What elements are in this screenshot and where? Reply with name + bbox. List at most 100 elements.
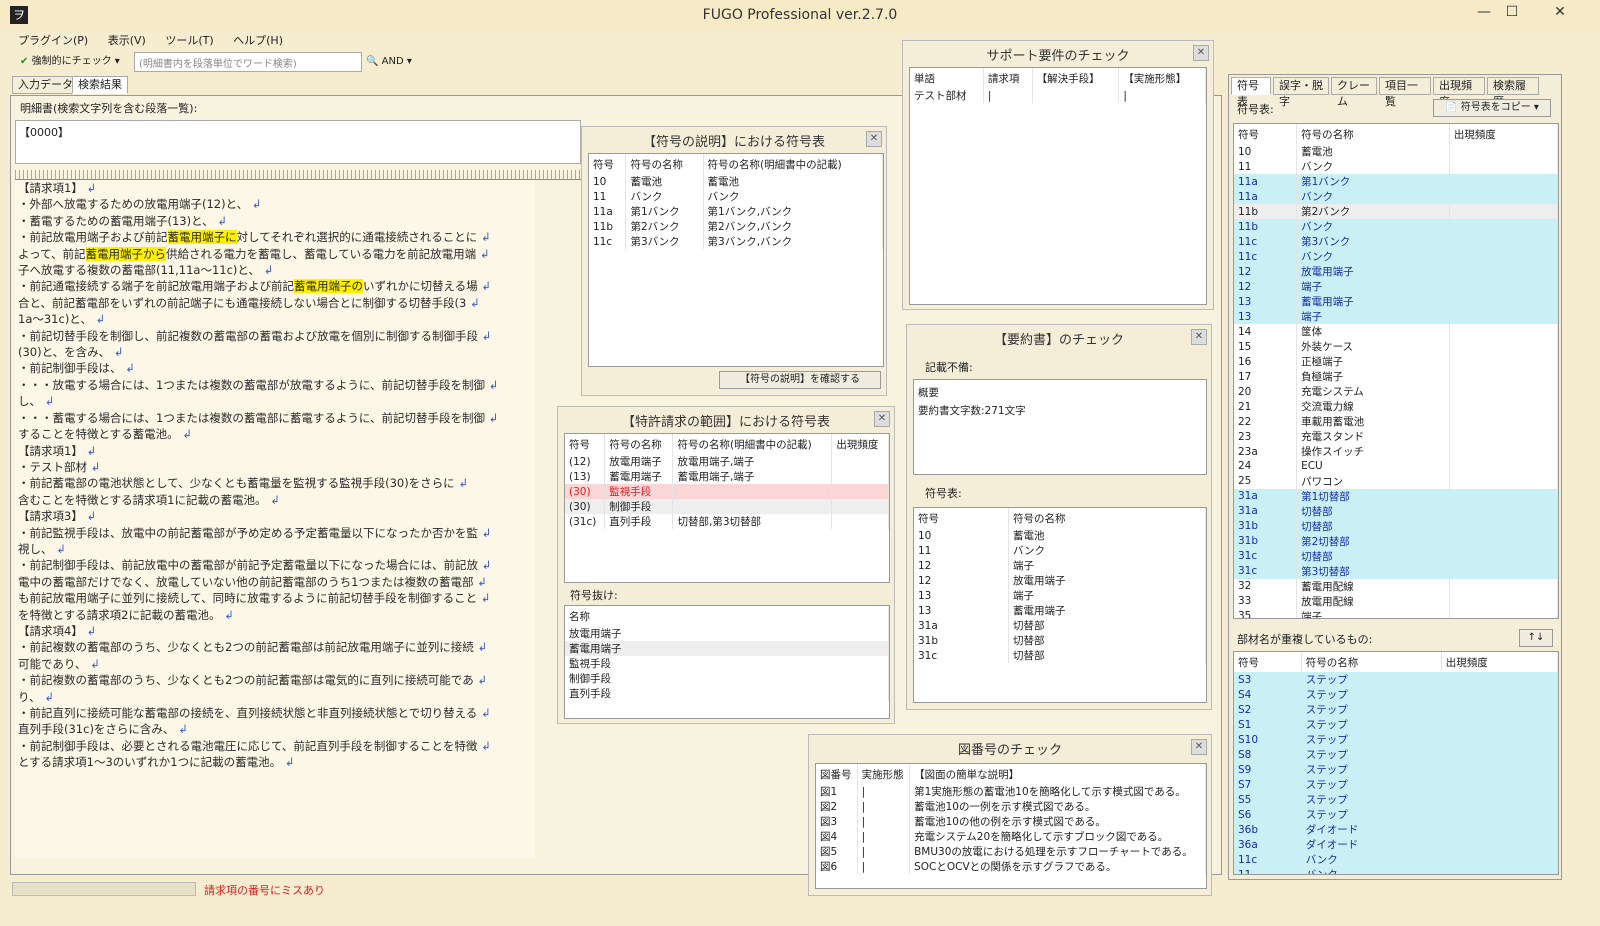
close-icon[interactable]: ✕ (1191, 329, 1207, 345)
table-row[interactable]: 制御手段 (565, 671, 889, 686)
table-row[interactable]: 31b 第2切替部 (1234, 533, 1558, 549)
close-icon[interactable]: ✕ (874, 411, 890, 427)
table-row[interactable]: S6 ステップ (1234, 807, 1558, 822)
table-row[interactable]: 36a ダイオード (1234, 837, 1558, 852)
table-row[interactable]: 12 放電用端子 (914, 573, 1206, 588)
table-row[interactable]: 35 端子 (1234, 608, 1558, 618)
table-row[interactable]: 11a 第1バンク (1234, 174, 1558, 189)
table-row[interactable]: 16 正極端子 (1234, 354, 1558, 369)
table-row[interactable]: S5 ステップ (1234, 792, 1558, 807)
table-row[interactable]: (30) 制御手段 (565, 499, 889, 514)
table-row[interactable]: 図2 | 蓄電池10の一例を示す模式図である。 (816, 799, 1206, 814)
table-row[interactable]: 33 放電用配線 (1234, 593, 1558, 609)
table-row[interactable]: 図1 | 第1実施形態の蓄電池10を簡略化して示す模式図である。 (816, 784, 1206, 799)
menu-view[interactable]: 表示(V) (108, 32, 146, 48)
tab-search-results[interactable]: 検索結果 (72, 76, 128, 94)
close-icon[interactable]: ✕ (866, 131, 882, 147)
table-row[interactable]: 31b 切替部 (914, 633, 1206, 648)
check-desc-button[interactable]: 【符号の説明】を確認する (719, 371, 881, 389)
table-row[interactable]: 36b ダイオード (1234, 822, 1558, 837)
table-row[interactable]: 図4 | 充電システム20を簡略化して示すブロック図である。 (816, 829, 1206, 844)
table-row[interactable]: 11c 第3バンク (1234, 234, 1558, 249)
right-tab[interactable]: 符号表 (1231, 77, 1271, 108)
table-row[interactable]: 14 筐体 (1234, 324, 1558, 339)
table-row[interactable]: 31a 第1切替部 (1234, 488, 1558, 504)
table-row[interactable]: テスト部材 | | (910, 88, 1206, 103)
search-input[interactable]: (明細書内を段落単位でワード検索) (134, 52, 362, 72)
table-row[interactable]: 31c 第3切替部 (1234, 563, 1558, 579)
right-tab[interactable]: 項目一覧 (1379, 77, 1431, 108)
table-row[interactable]: 11 バンク バンク (589, 189, 883, 204)
table-row[interactable]: 11c バンク (1234, 249, 1558, 264)
table-row[interactable]: 13 端子 (1234, 309, 1558, 324)
table-row[interactable]: (12) 放電用端子 放電用端子,端子 (565, 454, 889, 469)
table-row[interactable]: 10 蓄電池 (1234, 144, 1558, 159)
table-row[interactable]: 12 端子 (1234, 279, 1558, 294)
table-row[interactable]: 23 充電スタンド (1234, 429, 1558, 444)
tab-input-data[interactable]: 入力データ (12, 76, 79, 94)
table-row[interactable]: 31c 切替部 (914, 648, 1206, 663)
table-row[interactable]: 蓄電用端子 (565, 641, 889, 656)
table-row[interactable]: S8 ステップ (1234, 747, 1558, 762)
menu-tools[interactable]: ツール(T) (165, 32, 213, 48)
table-row[interactable]: 13 端子 (914, 588, 1206, 603)
table-row[interactable]: 放電用端子 (565, 626, 889, 641)
result-paragraph-box[interactable]: 【0000】 (15, 120, 581, 164)
table-row[interactable]: 32 蓄電用配線 (1234, 578, 1558, 594)
table-row[interactable]: 22 車載用蓄電池 (1234, 414, 1558, 429)
maximize-button[interactable]: ☐ (1492, 2, 1532, 24)
table-row[interactable]: 31a 切替部 (914, 618, 1206, 633)
table-row[interactable]: 11 バンク (1234, 159, 1558, 174)
close-icon[interactable]: ✕ (1193, 45, 1209, 61)
table-row[interactable]: 23a 操作スイッチ (1234, 444, 1558, 459)
table-row[interactable]: 20 充電システム (1234, 384, 1558, 399)
table-row[interactable]: 図3 | 蓄電池10の他の例を示す模式図である。 (816, 814, 1206, 829)
dup-table[interactable]: 符号 符号の名称 出現頻度 S3 ステップ S4 ステップ S2 ステップ S1 ステップ S1… (1233, 651, 1559, 875)
table-row[interactable]: (13) 蓄電用端子 蓄電用端子,端子 (565, 469, 889, 484)
menu-help[interactable]: ヘルプ(H) (233, 32, 283, 48)
sign-table[interactable]: 符号 符号の名称 出現頻度 10 蓄電池 11 バンク 11a 第1バンク 11a バンク 11… (1233, 123, 1559, 619)
table-row[interactable]: 11c 第3バンク 第3バンク,バンク (589, 234, 883, 249)
table-row[interactable]: (30) 監視手段 (565, 484, 889, 499)
defect-box[interactable]: 概要 要約書文字数:271文字 (913, 379, 1207, 475)
support-table[interactable]: 単語 請求項 【解決手段】 【実施形態】 テスト部材 | | (909, 67, 1207, 305)
table-row[interactable]: 11 バンク (1234, 867, 1558, 874)
table-row[interactable]: 11 バンク (914, 543, 1206, 558)
right-tab[interactable]: クレーム (1331, 77, 1377, 108)
table-row[interactable]: 31a 切替部 (1234, 503, 1558, 519)
table-row[interactable]: S4 ステップ (1234, 687, 1558, 702)
right-tab[interactable]: 誤字・脱字 (1273, 77, 1329, 108)
table-row[interactable]: 15 外装ケース (1234, 339, 1558, 354)
table-row[interactable]: 17 負極端子 (1234, 369, 1558, 384)
table-row[interactable]: 13 蓄電用端子 (1234, 294, 1558, 309)
table-row[interactable]: 24 ECU (1234, 459, 1558, 474)
sort-button[interactable]: ↑↓ (1519, 629, 1553, 647)
table-row[interactable]: 10 蓄電池 蓄電池 (589, 174, 883, 189)
desc-table[interactable]: 符号 符号の名称 符号の名称(明細書中の記載) 10 蓄電池 蓄電池 11 バンク バンク… (588, 153, 884, 367)
table-row[interactable]: 11a バンク (1234, 189, 1558, 204)
table-row[interactable]: 13 蓄電用端子 (914, 603, 1206, 618)
table-row[interactable]: 25 パワコン (1234, 473, 1558, 489)
table-row[interactable]: 11b バンク (1234, 219, 1558, 234)
table-row[interactable]: 11b 第2バンク 第2バンク,バンク (589, 219, 883, 234)
table-row[interactable]: 10 蓄電池 (914, 528, 1206, 543)
table-row[interactable]: S1 ステップ (1234, 717, 1558, 732)
table-row[interactable]: 12 放電用端子 (1234, 264, 1558, 279)
table-row[interactable]: 11c バンク (1234, 852, 1558, 867)
close-button[interactable]: ✕ (1540, 2, 1580, 24)
force-check-button[interactable]: ✔ 強制的にチェック ▾ (20, 52, 130, 72)
abstract-sign-table[interactable]: 符号 符号の名称 10 蓄電池 11 バンク 12 端子 12 放電用端子 13 端子 13 蓄電用端… (913, 507, 1207, 703)
table-row[interactable]: S2 ステップ (1234, 702, 1558, 717)
table-row[interactable]: S7 ステップ (1234, 777, 1558, 792)
table-row[interactable]: 監視手段 (565, 656, 889, 671)
right-tab[interactable]: 出現頻度 (1433, 77, 1485, 108)
claims-sign-table[interactable]: 符号 符号の名称 符号の名称(明細書中の記載) 出現頻度 (12) 放電用端子 放電… (564, 433, 890, 583)
table-row[interactable]: 直列手段 (565, 686, 889, 701)
table-row[interactable]: 図5 | BMU30の放電における処理を示すフローチャートである。 (816, 844, 1206, 859)
table-row[interactable]: S10 ステップ (1234, 732, 1558, 747)
table-row[interactable]: 11b 第2バンク (1234, 204, 1558, 219)
claims-editor[interactable]: 【請求項1】 ↲ ・外部へ放電するための放電用端子(12)と、 ↲ ・蓄電するための… (15, 180, 535, 858)
table-row[interactable]: (31c) 直列手段 切替部,第3切替部 (565, 514, 889, 529)
table-row[interactable]: S9 ステップ (1234, 762, 1558, 777)
menu-plugin[interactable]: プラグイン(P) (18, 32, 88, 48)
